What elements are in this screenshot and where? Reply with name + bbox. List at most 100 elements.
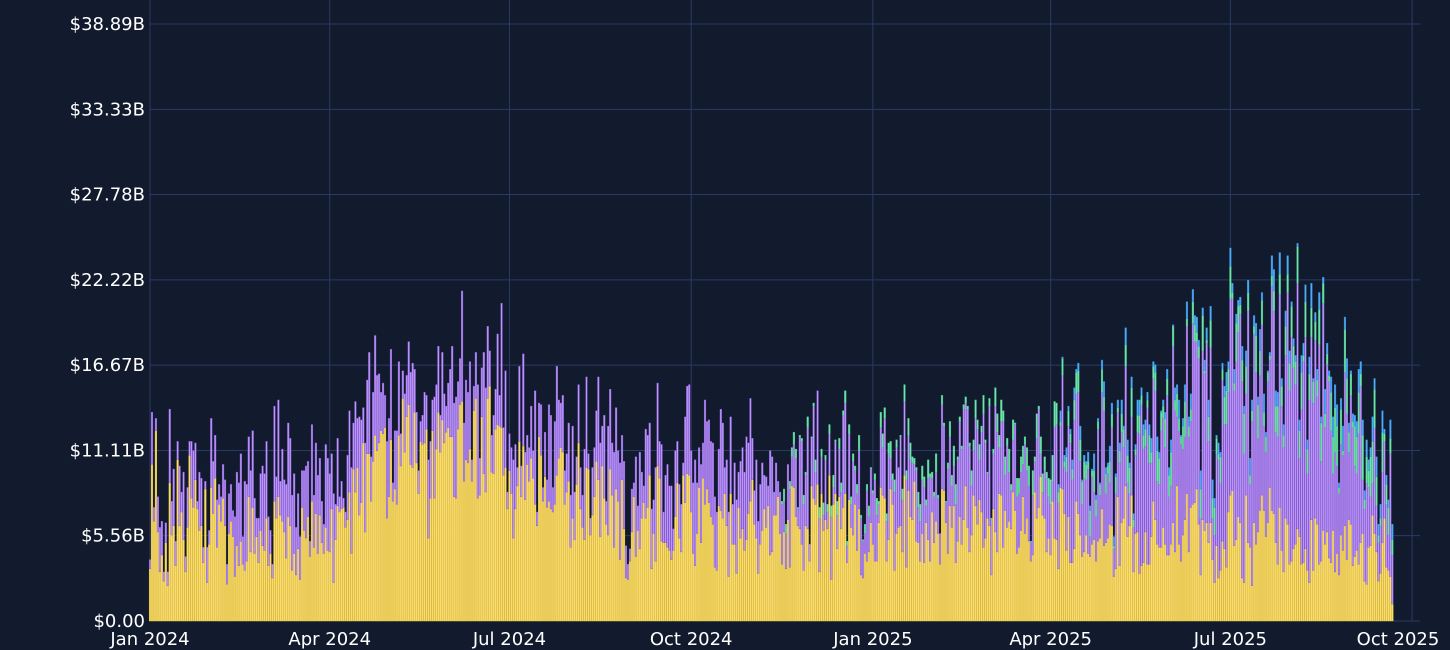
bar-segment — [166, 571, 169, 586]
bar-segment — [553, 504, 556, 622]
bar-segment — [322, 553, 325, 622]
y-tick-label: $33.33B — [70, 99, 145, 120]
bar-segment — [1241, 346, 1244, 361]
bar-segment — [1027, 540, 1030, 622]
bar-segment — [1357, 392, 1360, 434]
bar-segment — [1337, 487, 1341, 494]
bar-segment — [391, 482, 394, 502]
bar-segment — [1347, 451, 1350, 520]
bar-segment — [913, 464, 916, 482]
bar-segment — [883, 407, 886, 419]
bar-segment — [1306, 448, 1309, 474]
bar-segment — [692, 482, 695, 554]
bar-segment — [709, 516, 712, 622]
bar-segment — [1140, 387, 1143, 396]
bar-segment — [1361, 435, 1364, 480]
bar-segment — [1152, 378, 1155, 502]
bar-segment — [660, 444, 663, 542]
bar-segment — [281, 521, 284, 622]
bar-segment — [1262, 510, 1266, 622]
bar-segment — [1237, 306, 1240, 333]
bar-segment — [980, 511, 983, 622]
bar-segment — [1193, 341, 1196, 503]
bar-segment — [1385, 474, 1388, 485]
bar-segment — [423, 442, 426, 622]
bar-segment — [1152, 365, 1155, 379]
bar-segment — [1213, 497, 1216, 508]
bar-segment — [828, 424, 831, 434]
bar-segment — [338, 496, 341, 513]
bar-segment — [348, 410, 351, 493]
bar-segment — [1130, 387, 1133, 418]
bar-segment — [958, 516, 961, 622]
bar-segment — [417, 470, 420, 494]
bar-segment — [786, 464, 789, 520]
bar-segment — [1292, 367, 1295, 550]
bar-segment — [743, 550, 746, 622]
bar-segment — [524, 451, 527, 500]
bar-segment — [1262, 412, 1266, 427]
bar-segment — [569, 494, 572, 548]
bar-segment — [632, 482, 635, 497]
bar-segment — [1385, 484, 1388, 505]
bar-segment — [1351, 565, 1354, 622]
bar-segment — [512, 459, 515, 539]
bar-segment — [867, 516, 870, 553]
bar-segment — [875, 560, 878, 622]
bar-segment — [340, 508, 343, 622]
bar-segment — [168, 482, 171, 622]
bar-segment — [1073, 387, 1076, 401]
bar-segment — [1002, 547, 1005, 622]
bar-segment — [897, 527, 900, 622]
bar-segment — [387, 418, 391, 497]
bar-segment — [828, 474, 831, 622]
bar-segment — [956, 459, 959, 542]
bar-segment — [239, 540, 242, 622]
bar-segment — [1270, 255, 1273, 276]
bar-segment — [705, 421, 709, 490]
bar-segment — [1128, 525, 1131, 622]
bar-segment — [261, 465, 264, 546]
bar-segment — [1241, 381, 1244, 579]
bar-segment — [1241, 577, 1244, 622]
bar-segment — [180, 511, 183, 622]
bar-segment — [520, 496, 523, 622]
bar-segment — [421, 444, 424, 622]
bar-segment — [504, 467, 507, 622]
bar-segment — [1104, 542, 1107, 622]
bar-segment — [1055, 402, 1058, 425]
bar-segment — [1051, 501, 1054, 622]
bar-segment — [798, 435, 801, 437]
bar-segment — [597, 479, 600, 622]
bar-segment — [397, 361, 400, 436]
bar-segment — [1019, 471, 1023, 531]
bar-segment — [1221, 369, 1224, 381]
bar-segment — [711, 524, 714, 622]
bar-segment — [660, 540, 663, 622]
bar-segment — [220, 496, 223, 522]
bar-segment — [1179, 436, 1183, 445]
bar-segment — [765, 476, 768, 528]
bar-segment — [423, 392, 426, 444]
bar-segment — [577, 442, 580, 622]
bar-segment — [1000, 399, 1003, 422]
bar-segment — [384, 395, 387, 428]
bar-segment — [715, 511, 718, 571]
bar-segment — [350, 553, 353, 622]
bar-segment — [725, 525, 728, 622]
bar-segment — [1290, 301, 1293, 307]
bar-segment — [1272, 269, 1275, 292]
bar-segment — [411, 467, 414, 622]
bar-segment — [1152, 501, 1155, 622]
bar-segment — [1345, 559, 1348, 622]
bar-segment — [1298, 430, 1301, 459]
bar-segment — [1112, 536, 1115, 546]
bar-segment — [1300, 355, 1303, 373]
bar-segment — [1211, 559, 1214, 622]
bar-segment — [275, 517, 278, 622]
bar-segment — [824, 459, 827, 520]
bar-segment — [372, 461, 375, 622]
bar-segment — [224, 525, 227, 622]
bar-segment — [1104, 493, 1107, 543]
bar-segment — [1061, 488, 1064, 622]
